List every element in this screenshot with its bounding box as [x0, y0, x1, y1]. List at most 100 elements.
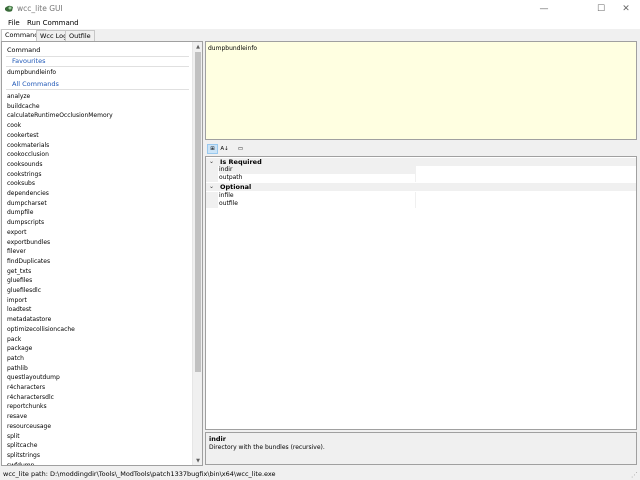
command-list-item[interactable]: findDuplicates [7, 258, 50, 265]
command-list-item[interactable]: r4charactersdlc [7, 394, 54, 401]
app-window: wcc_lite GUI — ☐ ✕ File Run Command Comm… [0, 0, 640, 480]
command-list-item[interactable]: calculateRuntimeOcclusionMemory [7, 112, 113, 119]
scrollbar-thumb[interactable] [195, 52, 201, 372]
divider [6, 66, 189, 67]
scroll-down-icon[interactable]: ▼ [193, 456, 202, 465]
command-list-item[interactable]: cookocclusion [7, 151, 49, 158]
command-list-item[interactable]: split [7, 433, 20, 440]
close-icon: ✕ [622, 4, 630, 14]
property-name: outfile [219, 200, 238, 207]
property-name: outpath [219, 174, 243, 181]
command-list-item[interactable]: dumpcharset [7, 200, 47, 207]
command-list-item[interactable]: analyze [7, 93, 30, 100]
maximize-icon: ☐ [596, 4, 606, 14]
property-value-input[interactable] [415, 174, 636, 182]
menu-file[interactable]: File [8, 19, 20, 27]
command-list-item[interactable]: import [7, 297, 27, 304]
minimize-button[interactable]: — [530, 0, 558, 18]
command-list: Command Favourites dumpbundleinfo All Co… [2, 42, 193, 465]
command-list-item[interactable]: export [7, 229, 26, 236]
command-list-item[interactable]: resourceusage [7, 423, 51, 430]
wcc-lite-path-label: wcc_lite path: D:\moddingdir\Tools\_ModT… [3, 470, 276, 478]
command-preview-box[interactable]: dumpbundleinfo [205, 41, 637, 140]
command-list-item[interactable]: gluefiles [7, 277, 32, 284]
category-label: Optional [220, 183, 252, 191]
property-row-indir[interactable]: indir [206, 166, 636, 174]
command-list-item[interactable]: cooksounds [7, 161, 42, 168]
command-list-item[interactable]: buildcache [7, 103, 40, 110]
command-list-item[interactable]: get_txts [7, 268, 31, 275]
command-list-item[interactable]: cooksubs [7, 180, 35, 187]
property-value-input[interactable] [415, 200, 636, 208]
command-list-item[interactable]: optimizecollisioncache [7, 326, 75, 333]
command-list-item[interactable]: dependencies [7, 190, 49, 197]
row-gutter [206, 200, 218, 208]
command-preview-text: dumpbundleinfo [208, 45, 258, 52]
maximize-button[interactable]: ☐ [587, 0, 615, 18]
all-commands-group-title: All Commands [12, 80, 59, 88]
command-list-item[interactable]: splitcache [7, 442, 37, 449]
description-text: Directory with the bundles (recursive). [209, 444, 325, 451]
property-grid-toolbar: ⊞ A↓ ▭ [205, 142, 637, 156]
command-list-item[interactable]: cook [7, 122, 21, 129]
command-list-item[interactable]: exportbundles [7, 239, 50, 246]
minimize-icon: — [539, 4, 549, 14]
property-name: infile [219, 192, 234, 199]
command-list-item[interactable]: r4characters [7, 384, 45, 391]
command-list-item[interactable]: cookertest [7, 132, 39, 139]
category-is-required[interactable]: ⌄ Is Required [206, 158, 636, 166]
property-pages-icon[interactable]: ▭ [235, 144, 246, 154]
property-description-panel: indir Directory with the bundles (recurs… [205, 432, 637, 465]
command-list-item[interactable]: gluefilesdlc [7, 287, 41, 294]
title-bar: wcc_lite GUI — ☐ ✕ [0, 0, 640, 18]
menu-run-command[interactable]: Run Command [27, 19, 79, 27]
command-list-item[interactable]: swfdump [7, 462, 34, 465]
category-label: Is Required [220, 158, 262, 166]
command-list-item[interactable]: patch [7, 355, 24, 362]
favourites-group-title: Favourites [12, 57, 46, 65]
chevron-down-icon[interactable]: ⌄ [209, 183, 214, 190]
command-list-scrollbar[interactable]: ▲ ▼ [192, 42, 202, 465]
window-title: wcc_lite GUI [17, 4, 63, 13]
app-icon [5, 5, 13, 12]
divider [6, 89, 189, 90]
command-list-item[interactable]: metadatastore [7, 316, 51, 323]
command-list-item[interactable]: pathlib [7, 365, 28, 372]
command-list-header: Command [7, 46, 41, 54]
property-grid: ⌄ Is Required indir outpath ⌄ Optional i… [205, 156, 637, 430]
command-list-item[interactable]: pack [7, 336, 21, 343]
command-list-item[interactable]: splitstrings [7, 452, 40, 459]
command-list-item[interactable]: dumpfile [7, 209, 33, 216]
command-list-item[interactable]: cookmaterials [7, 142, 49, 149]
menu-bar: File Run Command [0, 18, 640, 29]
property-value-input[interactable] [415, 192, 636, 200]
description-title: indir [209, 435, 226, 443]
property-row-outfile[interactable]: outfile [206, 200, 636, 208]
property-value-input[interactable] [415, 166, 636, 174]
command-list-item[interactable]: questlayoutdump [7, 374, 60, 381]
tab-strip: Commands Wcc Log Outfile [0, 29, 640, 41]
scroll-up-icon[interactable]: ▲ [193, 42, 202, 51]
command-list-panel: Command Favourites dumpbundleinfo All Co… [1, 41, 203, 466]
row-gutter [206, 174, 218, 182]
category-optional[interactable]: ⌄ Optional [206, 183, 636, 191]
alphabetical-sort-icon[interactable]: A↓ [219, 144, 230, 154]
tab-outfile[interactable]: Outfile [65, 30, 95, 41]
categorized-view-icon[interactable]: ⊞ [207, 144, 218, 154]
property-name: indir [219, 166, 415, 174]
chevron-down-icon[interactable]: ⌄ [209, 158, 214, 165]
command-list-item[interactable]: package [7, 345, 32, 352]
row-gutter [206, 192, 218, 200]
command-list-item[interactable]: cookstrings [7, 171, 41, 178]
property-row-infile[interactable]: infile [206, 192, 636, 200]
command-list-item[interactable]: dumpscripts [7, 219, 44, 226]
favourite-item[interactable]: dumpbundleinfo [7, 69, 56, 76]
command-list-item[interactable]: loadtest [7, 306, 31, 313]
row-gutter [206, 166, 218, 174]
close-button[interactable]: ✕ [612, 0, 640, 18]
resize-grip-icon[interactable]: ⋰ [631, 471, 638, 479]
command-list-item[interactable]: reportchunks [7, 403, 47, 410]
command-list-item[interactable]: resave [7, 413, 27, 420]
property-row-outpath[interactable]: outpath [206, 174, 636, 182]
command-list-item[interactable]: filever [7, 248, 26, 255]
